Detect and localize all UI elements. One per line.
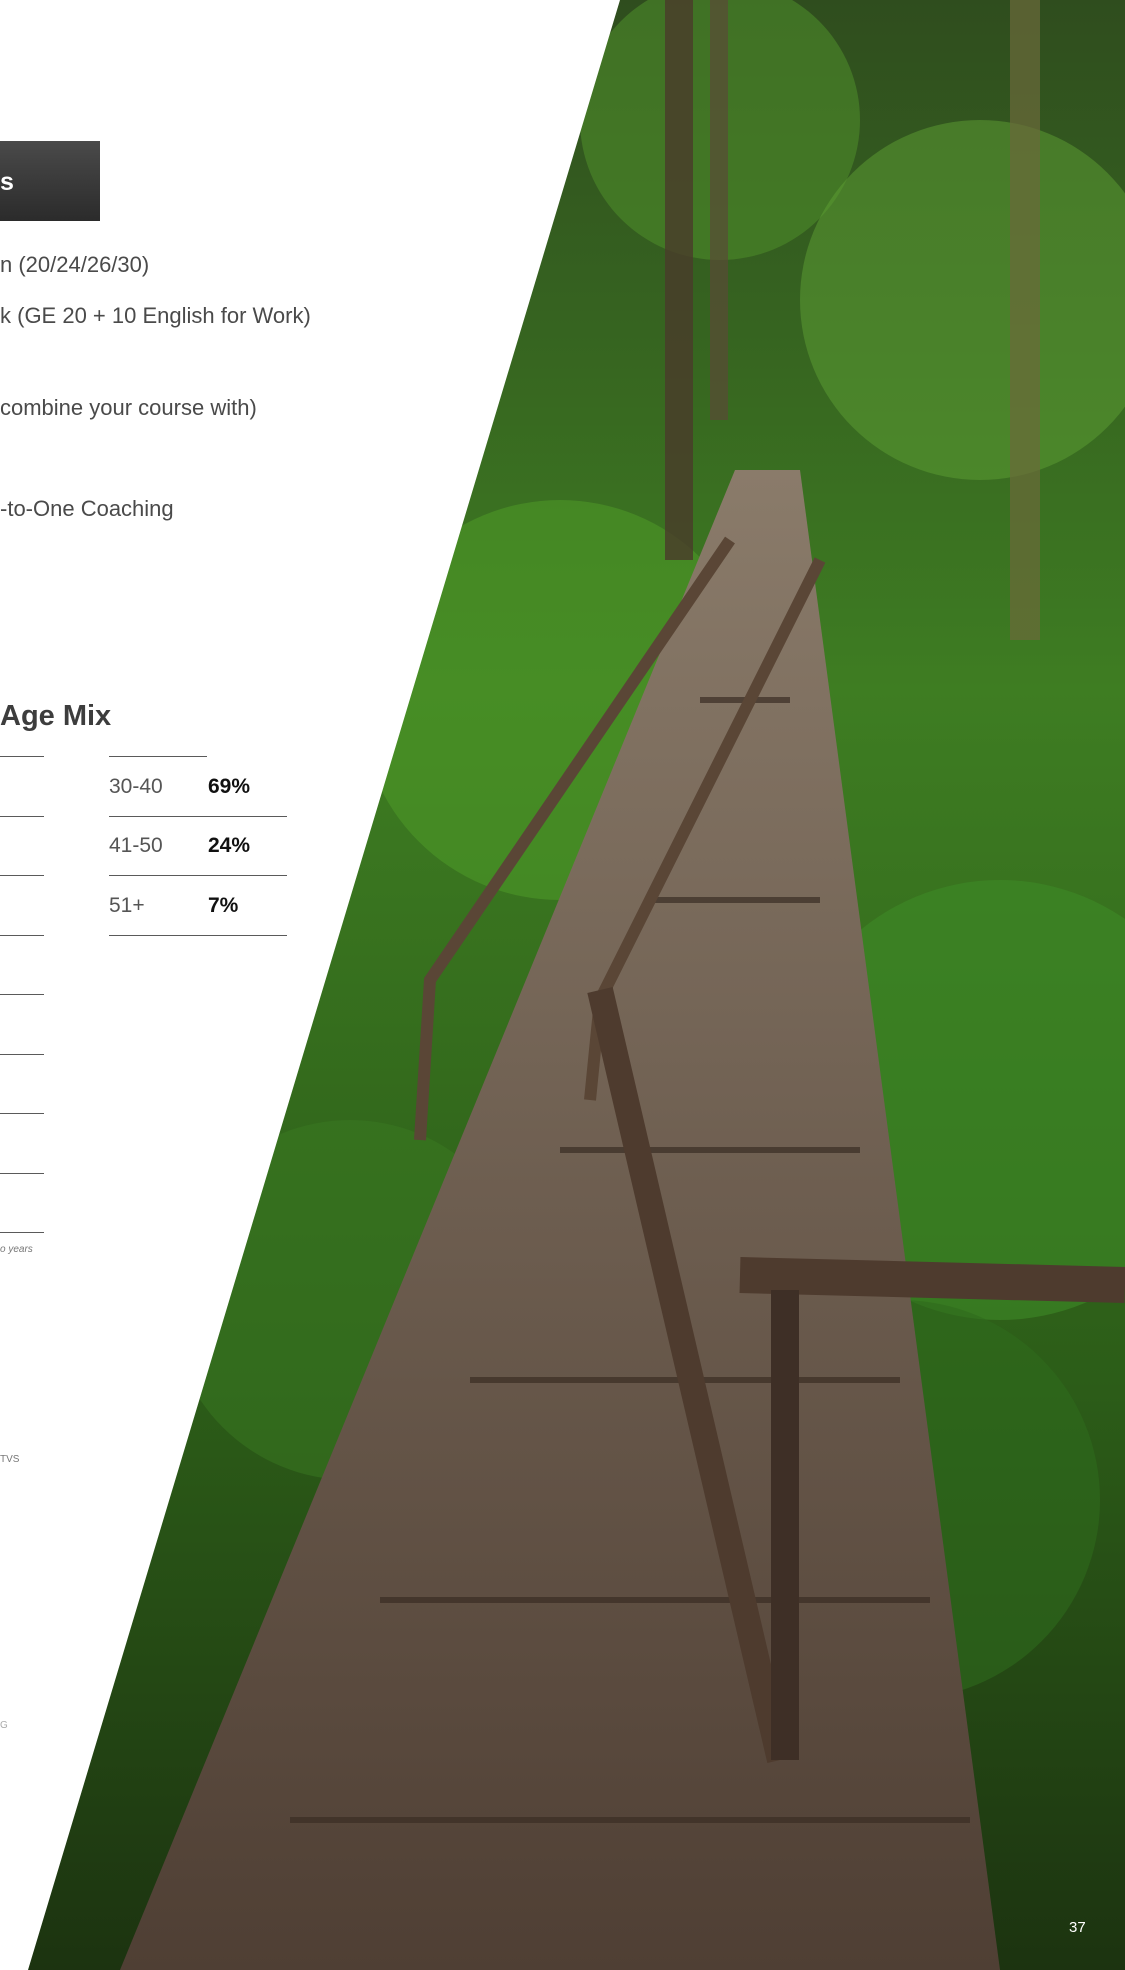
divider — [0, 1173, 44, 1174]
age-table-rule — [109, 816, 287, 817]
section-header-box — [0, 141, 100, 221]
age-table-top-rule — [109, 756, 207, 757]
age-table-rule — [109, 875, 287, 876]
course-line-1: n (20/24/26/30) — [0, 252, 150, 277]
age-percent-1: 69% — [208, 775, 251, 798]
divider — [0, 1113, 44, 1114]
age-range-1: 30-40 — [109, 775, 163, 798]
course-line-3: combine your course with) — [0, 395, 257, 420]
age-range-3: 51+ — [109, 894, 145, 917]
age-range-2: 41-50 — [109, 834, 163, 857]
brochure-page: s n (20/24/26/30) k (GE 20 + 10 English … — [0, 0, 1125, 1970]
section-header-label: s — [0, 168, 14, 196]
text-fragment-tvs: TVS — [0, 1454, 20, 1465]
divider — [0, 756, 44, 757]
divider — [0, 994, 44, 995]
age-table-rule — [109, 935, 287, 936]
divider — [0, 1054, 44, 1055]
divider — [0, 935, 44, 936]
divider — [0, 1232, 44, 1233]
age-mix-title: Age Mix — [0, 700, 112, 732]
divider — [0, 875, 44, 876]
age-percent-2: 24% — [208, 834, 251, 857]
page-number: 37 — [1069, 1919, 1086, 1936]
text-fragment-g: G — [0, 1720, 8, 1731]
course-line-4: -to-One Coaching — [0, 496, 174, 521]
age-percent-3: 7% — [208, 894, 239, 917]
footnote-fragment: o years — [0, 1244, 33, 1255]
course-line-2: k (GE 20 + 10 English for Work) — [0, 303, 311, 328]
divider — [0, 816, 44, 817]
